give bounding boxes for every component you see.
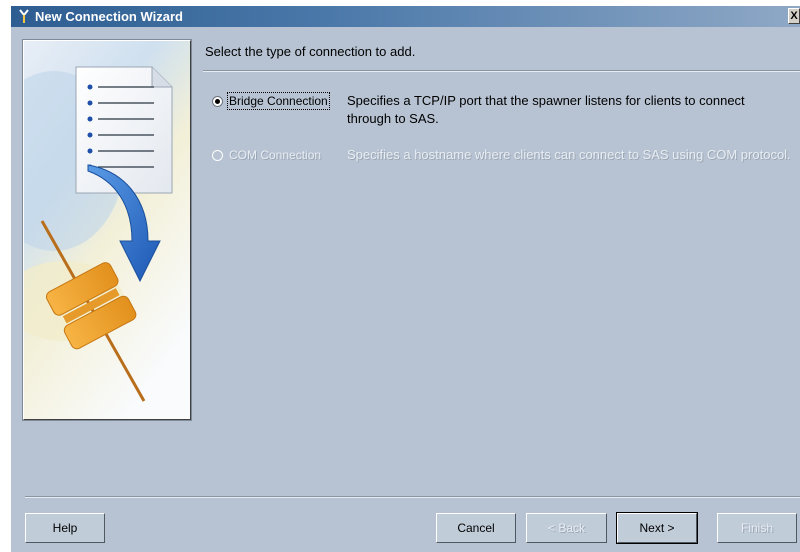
cancel-button[interactable]: Cancel [436, 513, 516, 543]
wizard-title-icon [19, 9, 29, 23]
bridge-connection-description: Specifies a TCP/IP port that the spawner… [347, 93, 745, 126]
next-button[interactable]: Next > [616, 512, 698, 544]
wizard-illustration [24, 41, 190, 419]
close-button[interactable]: X [788, 8, 800, 24]
com-connection-description: Specifies a hostname where clients can c… [347, 147, 791, 162]
back-button[interactable]: < Back [526, 513, 607, 543]
wizard-side-image [22, 39, 192, 421]
document-icon [75, 66, 173, 194]
title-bar[interactable]: New Connection Wizard X [11, 6, 800, 27]
bridge-connection-radio[interactable] [212, 96, 223, 107]
bridge-connection-label[interactable]: Bridge Connection [227, 92, 330, 110]
wizard-heading: Select the type of connection to add. [205, 44, 416, 59]
divider [203, 70, 800, 72]
window-title: New Connection Wizard [35, 9, 183, 24]
finish-button[interactable]: Finish [717, 513, 797, 543]
divider [25, 496, 800, 498]
wizard-window: New Connection Wizard X Select the type … [11, 6, 800, 552]
com-connection-label[interactable]: COM Connection [229, 148, 321, 162]
com-connection-radio[interactable] [212, 150, 223, 161]
help-button[interactable]: Help [25, 513, 105, 543]
